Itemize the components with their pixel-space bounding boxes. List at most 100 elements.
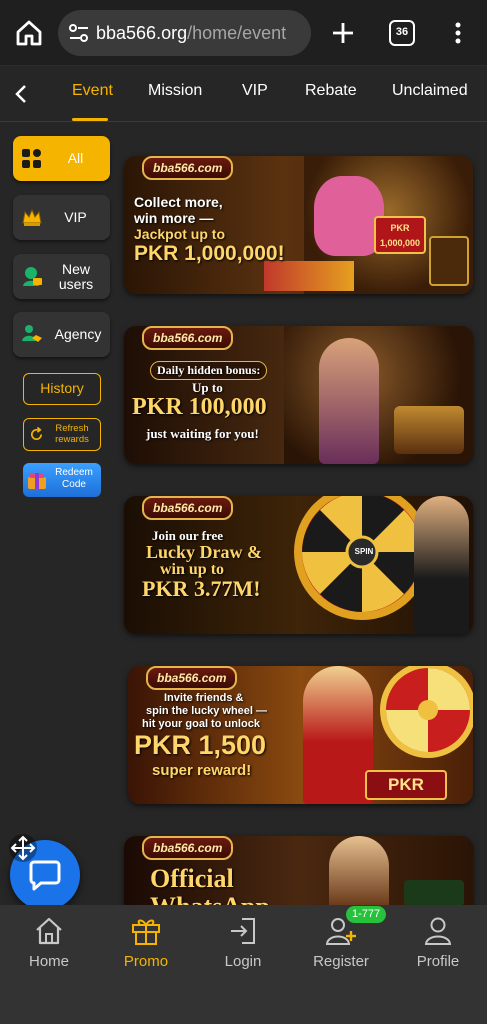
profile-icon (424, 917, 452, 945)
tab-vip[interactable]: VIP (242, 82, 268, 100)
banner-line: Lucky Draw & (146, 542, 262, 562)
nav-label-promo: Promo (123, 953, 169, 970)
jackpot-tag-currency: PKR (390, 223, 410, 233)
category-tabs: Event Mission VIP Rebate Unclaimed (0, 66, 487, 122)
browser-toolbar: bba566.org/home/event 36 (0, 0, 487, 66)
url-text: bba566.org/home/event (96, 22, 286, 44)
wheel-spin-label: SPIN (354, 547, 374, 556)
banner-line: Daily hidden bonus: (150, 361, 268, 380)
sidebar-label-new-users: New users (58, 261, 94, 292)
site-settings-icon[interactable] (68, 23, 90, 43)
chat-bubble-icon (29, 860, 61, 891)
sidebar-label-vip: VIP (64, 209, 87, 225)
home-icon (36, 917, 62, 945)
sidebar-item-vip[interactable]: VIP (13, 195, 110, 240)
sidebar-label-all: All (67, 150, 84, 166)
tab-event[interactable]: Event (72, 82, 113, 100)
banner-line: super reward! (152, 762, 252, 779)
nav-label-login: Login (224, 953, 262, 970)
slot-machine-image (429, 236, 469, 286)
treasure-chest-image (394, 406, 464, 454)
nav-label-home: Home (28, 953, 69, 970)
back-button[interactable] (10, 80, 34, 108)
home-icon (16, 20, 42, 46)
nav-login[interactable]: Login (198, 915, 288, 985)
login-icon (231, 918, 255, 944)
new-tab-button[interactable] (330, 18, 356, 48)
brand-logo: bba566.com (142, 156, 234, 180)
refresh-rewards-button[interactable]: Refresh rewards (23, 418, 101, 451)
address-bar[interactable]: bba566.org/home/event (58, 10, 311, 56)
banner-line: Jackpot up to (134, 226, 226, 242)
promo-banner-lucky-draw[interactable]: SPIN bba566.com Join our free Lucky Draw… (124, 496, 473, 634)
plus-icon (333, 23, 353, 43)
prize-wheel-image (294, 496, 430, 620)
banner-headline: PKR 1,500 (134, 730, 267, 760)
nav-label-register: Register (313, 953, 369, 970)
banner-line: just waiting for you! (146, 426, 259, 441)
active-tab-indicator (72, 118, 108, 121)
chevron-left-icon (15, 85, 26, 103)
crown-icon (22, 208, 42, 226)
sidebar-item-agency[interactable]: Agency (13, 312, 110, 357)
tab-mission[interactable]: Mission (148, 82, 202, 100)
nav-profile[interactable]: Profile (393, 915, 483, 985)
browser-menu-button[interactable] (448, 18, 468, 48)
woman-image (414, 496, 469, 634)
sidebar-label-agency: Agency (54, 326, 102, 342)
new-user-icon (23, 267, 42, 286)
woman-image (319, 338, 379, 464)
banner-line: spin the lucky wheel — (146, 705, 268, 717)
banner-line: Invite friends & (164, 692, 244, 704)
nav-home[interactable]: Home (4, 915, 94, 985)
promo-banner-invite-friends[interactable]: PKR 1,500 bba566.com Invite friends & sp… (128, 666, 473, 804)
more-vertical-icon (455, 22, 461, 44)
banner-line: Collect more, (134, 194, 223, 210)
redeem-code-button[interactable]: Redeem Code (23, 463, 101, 497)
promo-banner-daily-bonus[interactable]: bba566.com Daily hidden bonus: Up to PKR… (124, 326, 473, 464)
tab-rebate[interactable]: Rebate (305, 82, 357, 100)
refresh-rewards-label: Refresh rewards (55, 423, 89, 445)
nav-label-profile: Profile (416, 953, 460, 970)
register-badge: 1-777 (346, 906, 387, 923)
history-button[interactable]: History (23, 373, 101, 405)
banner-headline: Official (150, 864, 234, 893)
tab-switcher-button[interactable]: 36 (389, 20, 415, 46)
jackpot-tag-amount: 1,000,000 (379, 238, 421, 248)
redeem-code-label: Redeem Code (55, 467, 93, 490)
move-icon (9, 834, 37, 862)
brand-logo: bba566.com (142, 836, 234, 860)
url-path: /home/event (187, 23, 287, 43)
brand-logo: bba566.com (142, 326, 234, 350)
woman-image (329, 836, 389, 906)
banner-headline: PKR 3.77M! (142, 576, 261, 601)
gift-icon (132, 919, 160, 945)
promo-banner-whatsapp[interactable]: bba566.com Official WhatsApp (124, 836, 473, 906)
gift-box-icon (28, 473, 46, 489)
nav-register[interactable]: Register (296, 915, 386, 985)
woman-image (303, 666, 373, 804)
reward-tag: PKR 1,500 (365, 770, 447, 804)
nav-promo[interactable]: Promo (101, 915, 191, 985)
jackpot-tag: PKR 1,000,000 (374, 216, 426, 254)
phone-image (404, 880, 464, 906)
tab-unclaimed[interactable]: Unclaimed (392, 82, 468, 100)
promo-banner-jackpot[interactable]: PKR 1,000,000 bba566.com Collect more, w… (124, 156, 473, 294)
drag-handle[interactable] (8, 833, 38, 863)
banner-line: WhatsApp (150, 892, 270, 906)
refresh-icon (31, 427, 43, 440)
browser-home-button[interactable] (14, 18, 44, 48)
handshake-icon (22, 325, 42, 342)
banner-headline: PKR 1,000,000! (134, 242, 285, 265)
brand-logo: bba566.com (146, 666, 238, 690)
banner-line: win more — (134, 210, 214, 226)
banner-headline: PKR 100,000 (132, 394, 267, 420)
prize-wheel-image (380, 666, 473, 758)
banner-line: hit your goal to unlock (142, 718, 260, 730)
bottom-navigation: Home Promo Login Register Profile (0, 905, 487, 1024)
brand-logo: bba566.com (142, 496, 234, 520)
url-host: bba566.org (96, 23, 188, 43)
sidebar-item-new-users[interactable]: New users (13, 254, 110, 299)
grid-icon (22, 149, 41, 168)
sidebar-item-all[interactable]: All (13, 136, 110, 181)
